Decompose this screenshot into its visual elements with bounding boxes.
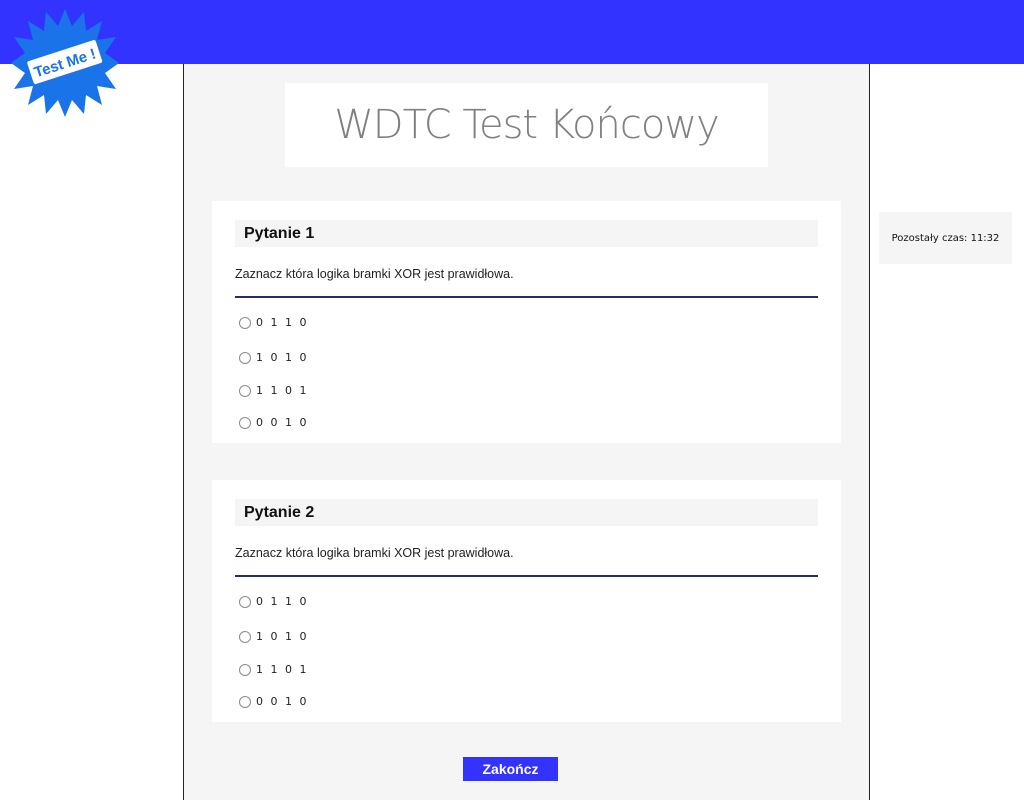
question-text: Zaznacz która logika bramki XOR jest pra… xyxy=(235,546,514,560)
answer-label: 0 1 1 0 xyxy=(256,316,309,329)
radio-button[interactable] xyxy=(239,316,251,329)
answer-option[interactable]: 1 1 0 1 xyxy=(239,663,308,676)
radio-button[interactable] xyxy=(239,384,251,397)
remaining-time-label: Pozostały czas: 11:32 xyxy=(891,232,1000,244)
answer-option[interactable]: 0 0 1 0 xyxy=(239,695,308,708)
page-title: WDTC Test Końcowy xyxy=(334,102,719,148)
question-heading: Pytanie 1 xyxy=(244,224,315,242)
answer-option[interactable]: 0 0 1 0 xyxy=(239,416,308,429)
radio-button[interactable] xyxy=(239,351,251,364)
title-box: WDTC Test Końcowy xyxy=(285,83,768,167)
answer-label: 1 1 0 1 xyxy=(256,663,309,676)
answer-label: 0 0 1 0 xyxy=(256,416,309,429)
answer-label: 1 0 1 0 xyxy=(256,351,309,364)
radio-button[interactable] xyxy=(239,595,251,608)
question-heading: Pytanie 2 xyxy=(244,503,315,521)
question-header: Pytanie 1 xyxy=(235,220,818,247)
answer-label: 1 0 1 0 xyxy=(256,630,309,643)
answer-option[interactable]: 0 1 1 0 xyxy=(239,595,308,608)
divider xyxy=(235,575,818,577)
answer-label: 0 1 1 0 xyxy=(256,595,309,608)
radio-button[interactable] xyxy=(239,695,251,708)
timer-panel: Pozostały czas: 11:32 xyxy=(879,212,1012,264)
question-card-2: Pytanie 2 Zaznacz która logika bramki XO… xyxy=(212,480,841,722)
radio-button[interactable] xyxy=(239,663,251,676)
answer-label: 1 1 0 1 xyxy=(256,384,309,397)
answer-option[interactable]: 1 0 1 0 xyxy=(239,630,308,643)
answer-option[interactable]: 0 1 1 0 xyxy=(239,316,308,329)
finish-button[interactable]: Zakończ xyxy=(463,757,558,781)
top-header-bar xyxy=(0,0,1024,64)
question-header: Pytanie 2 xyxy=(235,499,818,526)
test-me-logo[interactable]: Test Me ! xyxy=(9,7,121,119)
question-card-1: Pytanie 1 Zaznacz która logika bramki XO… xyxy=(212,201,841,443)
question-text: Zaznacz która logika bramki XOR jest pra… xyxy=(235,267,514,281)
main-content: WDTC Test Końcowy Pytanie 1 Zaznacz któr… xyxy=(183,64,870,800)
answer-option[interactable]: 1 1 0 1 xyxy=(239,384,308,397)
answer-option[interactable]: 1 0 1 0 xyxy=(239,351,308,364)
answer-label: 0 0 1 0 xyxy=(256,695,309,708)
radio-button[interactable] xyxy=(239,416,251,429)
radio-button[interactable] xyxy=(239,630,251,643)
divider xyxy=(235,296,818,298)
